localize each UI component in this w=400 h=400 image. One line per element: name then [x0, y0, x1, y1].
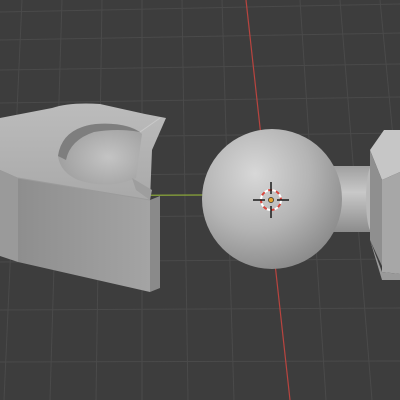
connector-part[interactable]	[370, 130, 400, 280]
socket-clamp[interactable]	[0, 103, 166, 293]
viewport-canvas[interactable]	[0, 0, 400, 400]
3d-viewport[interactable]	[0, 0, 400, 400]
